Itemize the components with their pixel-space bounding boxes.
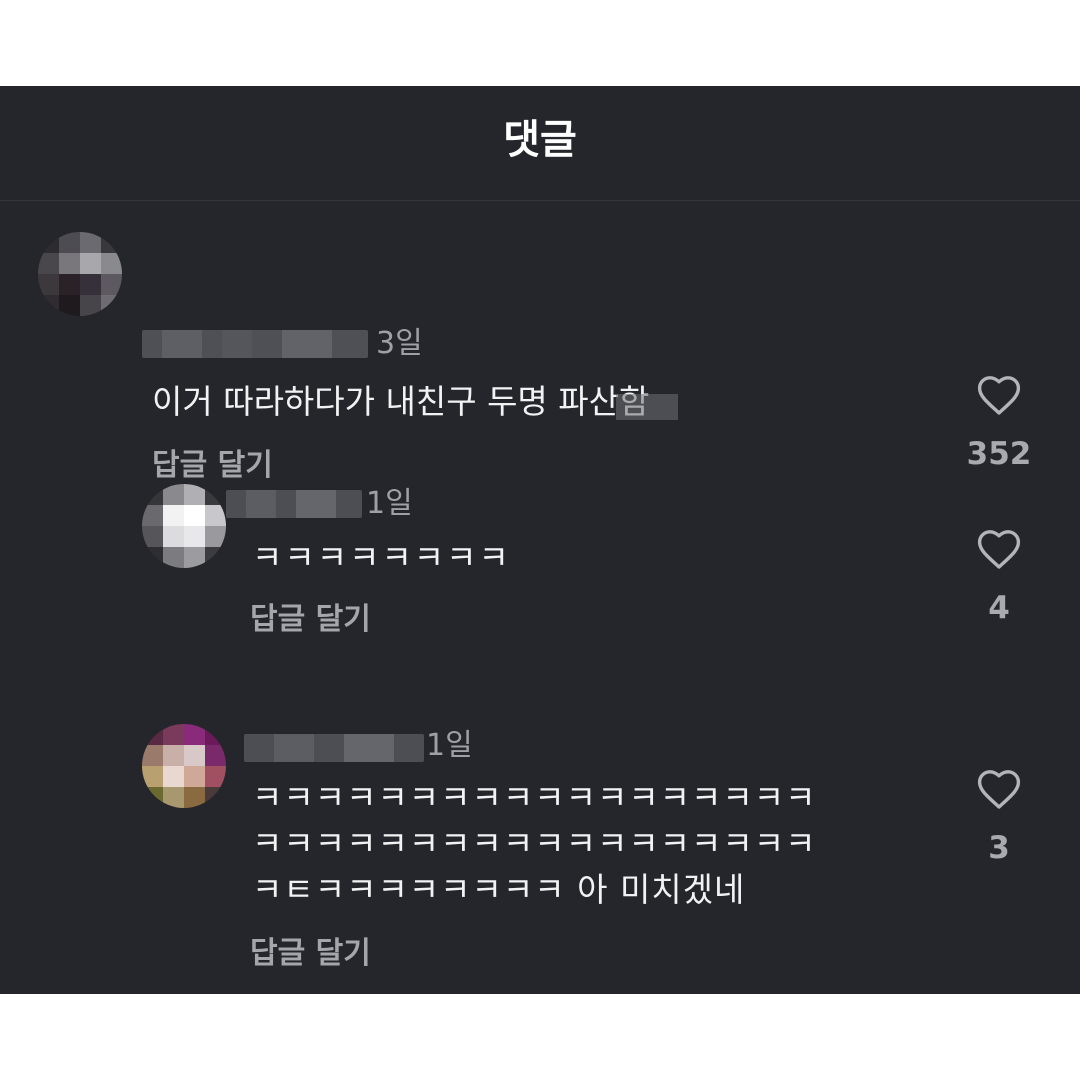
- like-count: 4: [988, 590, 1010, 626]
- heart-outline-icon: [977, 376, 1021, 415]
- comment-item: 1일 ㅋㅋㅋㅋㅋㅋㅋㅋ 답글 달기 4: [0, 484, 1080, 684]
- reply-button[interactable]: 답글 달기: [152, 446, 273, 486]
- like-button[interactable]: 4: [954, 526, 1044, 628]
- heart-outline-icon: [977, 770, 1021, 809]
- avatar[interactable]: [142, 724, 226, 808]
- comment-item: 3일 이거 따라하다가 내친구 두명 파산함 답글 달기 352: [0, 222, 1080, 483]
- comment-time: 3일: [376, 326, 423, 361]
- comments-header: 댓글: [0, 86, 1080, 201]
- like-count: 352: [966, 436, 1032, 472]
- reply-button[interactable]: 답글 달기: [250, 934, 371, 974]
- username-blur[interactable]: [244, 734, 424, 762]
- like-button[interactable]: 352: [954, 372, 1044, 474]
- like-button[interactable]: 3: [954, 766, 1044, 868]
- page-title: 댓글: [503, 117, 577, 163]
- censor-blur: [616, 394, 678, 420]
- comment-time: 1일: [366, 486, 413, 521]
- username-blur[interactable]: [226, 490, 362, 518]
- comment-text: ㅋㅋㅋㅋㅋㅋㅋㅋ: [252, 538, 511, 577]
- comment-text-line-1: ㅋㅋㅋㅋㅋㅋㅋㅋㅋㅋㅋㅋㅋㅋㅋㅋㅋㅋ: [252, 778, 817, 817]
- comment-text-line-2: ㅋㅋㅋㅋㅋㅋㅋㅋㅋㅋㅋㅋㅋㅋㅋㅋㅋㅋ: [252, 824, 817, 863]
- comment-time: 1일: [426, 728, 473, 763]
- avatar[interactable]: [38, 232, 122, 316]
- heart-outline-icon: [977, 530, 1021, 569]
- comment-text-line-3: ㅋㅌㅋㅋㅋㅋㅋㅋㅋㅋ 아 미치겠네: [252, 870, 746, 909]
- like-count: 3: [988, 830, 1010, 866]
- comment-text: 이거 따라하다가 내친구 두명 파산함: [152, 382, 650, 421]
- avatar[interactable]: [142, 484, 226, 568]
- username-blur[interactable]: [142, 330, 368, 358]
- reply-button[interactable]: 답글 달기: [250, 600, 371, 640]
